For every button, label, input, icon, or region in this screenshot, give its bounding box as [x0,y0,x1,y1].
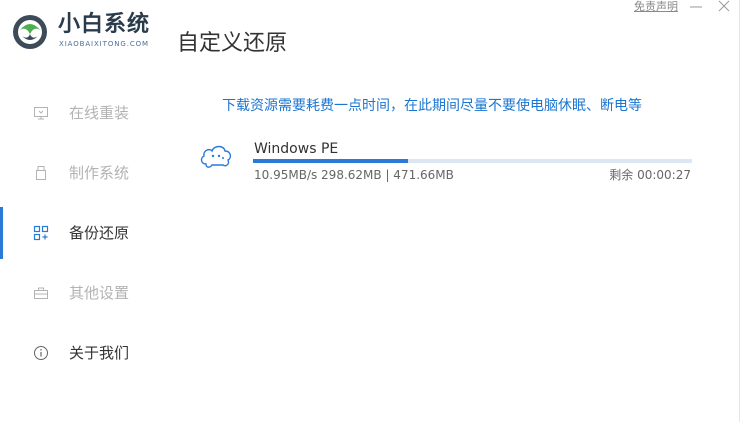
monitor-icon [34,107,48,120]
sidebar-item-online-reinstall[interactable]: 在线重装 [0,90,170,136]
sidebar-item-other-settings[interactable]: 其他设置 [0,270,170,316]
sidebar-item-label: 关于我们 [69,344,130,362]
brand-subtitle: XIAOBAIXITONG.COM [59,40,149,48]
sidebar-item-label: 其他设置 [69,284,130,302]
download-progress-fill [253,159,409,163]
brand-name: 小白系统 [58,12,151,37]
disclaimer-link[interactable]: 免责声明 [634,0,678,14]
download-notice: 下载资源需要耗费一点时间，在此期间尽量不要使电脑休眠、断电等 [222,98,642,114]
sidebar-item-label: 制作系统 [69,164,130,182]
download-stats: 10.95MB/s 298.62MB | 471.66MB [254,168,454,182]
download-time-remaining: 剩余 00:00:27 [609,168,691,182]
app-window: 小白系统 XIAOBAIXITONG.COM 自定义还原 免责声明 在线重装 制… [0,0,740,422]
grid-icon [33,225,49,241]
sidebar-item-about-us[interactable]: 关于我们 [0,330,170,376]
sidebar-item-label: 备份还原 [69,224,130,242]
minimize-icon[interactable] [688,0,704,14]
info-icon [34,346,48,360]
close-icon[interactable] [716,0,732,14]
usb-drive-icon [36,166,46,180]
logo-icon [13,15,47,49]
cloud-face-icon [200,145,232,168]
sidebar-item-make-system[interactable]: 制作系统 [0,150,170,196]
page-title: 自定义还原 [177,31,288,56]
download-progress-bar [253,159,692,163]
sidebar-item-label: 在线重装 [69,104,130,122]
sidebar-item-backup-restore[interactable]: 备份还原 [0,210,170,256]
download-item-name: Windows PE [254,141,339,157]
toolbox-icon [34,287,48,299]
sidebar: 在线重装 制作系统 备份还原 其他设置 关于我们 [0,80,170,400]
